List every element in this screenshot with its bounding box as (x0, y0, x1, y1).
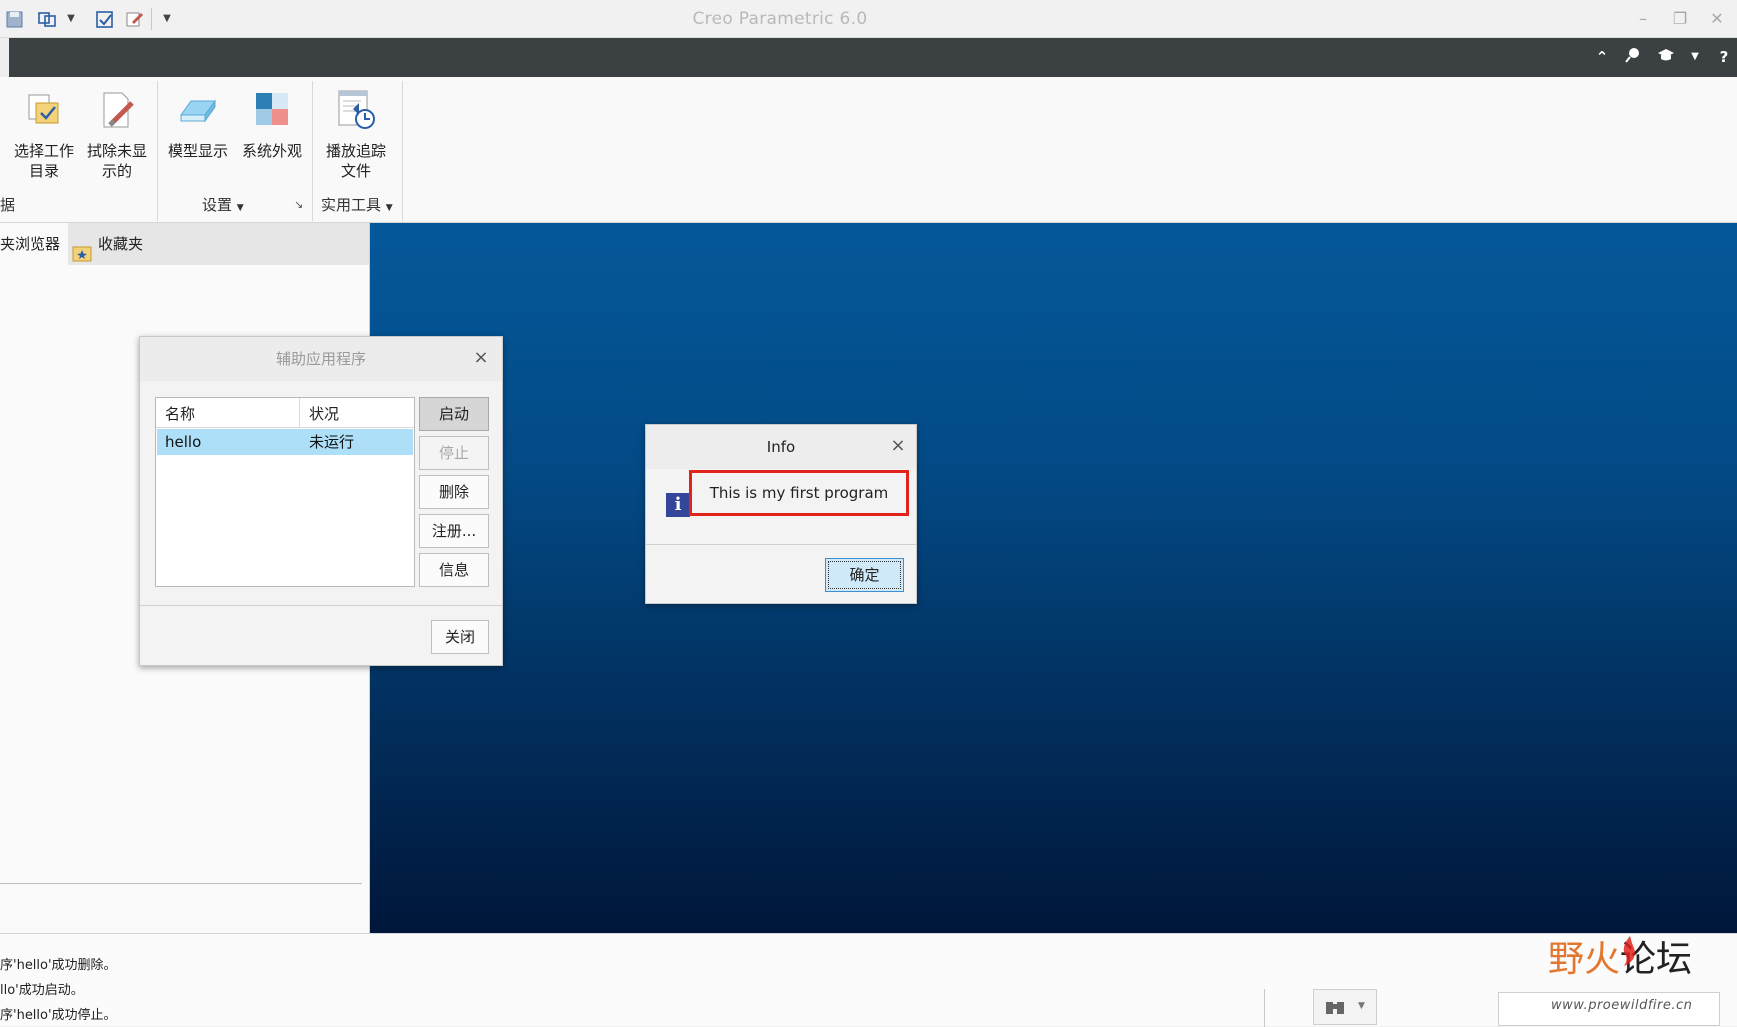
ribbon-separator (312, 81, 313, 221)
minimize-icon[interactable]: – (1628, 8, 1658, 30)
group-label-data: 据 (0, 196, 16, 214)
utilities-label: 实用工具 (321, 196, 382, 214)
erase-not-displayed-label: 拭除未显 示的 (86, 142, 147, 180)
tab-favorites-label: 收藏夹 (98, 235, 144, 253)
play-trail-file-button[interactable]: 播放追踪 文件 (320, 85, 392, 195)
ribbon: 选择工作 目录 拭除未显 示的 模型显示 系统外观 播放追踪 文件 据 设置 ▼… (0, 77, 1737, 223)
message-highlight-box: This is my first program (689, 470, 909, 516)
settings-group-label[interactable]: 设置 ▼ (202, 194, 244, 215)
watermark-logo: 野火论坛 www.proewildfire.cn (1548, 936, 1736, 1026)
list-item[interactable]: hello 未运行 (157, 429, 413, 455)
app-name: hello (165, 433, 202, 451)
column-divider[interactable] (299, 398, 300, 428)
select-working-directory-button[interactable]: 选择工作 目录 (8, 85, 80, 195)
column-header-name[interactable]: 名称 (165, 398, 195, 428)
delete-button[interactable]: 删除 (419, 475, 489, 509)
play-trail-file-label: 播放追踪 文件 (325, 142, 386, 180)
select-working-directory-label: 选择工作 目录 (13, 142, 74, 180)
message-area: 序'hello'成功删除。 llo'成功启动。 序'hello'成功停止。 ▼ (0, 933, 1737, 1027)
model-display-icon (177, 89, 219, 131)
erase-not-displayed-button[interactable]: 拭除未显 示的 (81, 85, 153, 195)
restore-icon[interactable]: ❐ (1665, 8, 1695, 30)
info-dialog: Info × i This is my first program 确定 (645, 424, 917, 604)
dialog-launcher-icon[interactable]: ↘ (294, 198, 303, 211)
favorites-icon (72, 236, 92, 261)
dialog-title: Info (646, 425, 916, 469)
utilities-group-label[interactable]: 实用工具 ▼ (321, 194, 393, 215)
chevron-down-icon: ▼ (1358, 1001, 1365, 1011)
model-display-label: 模型显示 (167, 142, 228, 160)
window-title: Creo Parametric 6.0 (692, 9, 868, 29)
chevron-down-icon: ▼ (385, 203, 393, 213)
tab-favorites[interactable]: 收藏夹 (64, 223, 151, 265)
close-icon[interactable]: × (470, 347, 492, 369)
collapse-ribbon-icon[interactable]: ⌃ (1591, 46, 1613, 68)
ribbon-tab-bar: ⌃ ▼ ? (0, 38, 1737, 77)
close-window-icon[interactable]: ✕ (1702, 8, 1732, 30)
info-icon: i (666, 493, 690, 517)
binoculars-icon (1324, 996, 1346, 1022)
chevron-down-icon: ▼ (236, 203, 244, 213)
erase-not-displayed-icon (96, 89, 138, 131)
dialog-divider (646, 544, 916, 545)
model-display-button[interactable]: 模型显示 (162, 85, 234, 195)
panel-divider (0, 883, 362, 884)
graphics-window[interactable] (370, 223, 1737, 933)
active-tab-edge[interactable] (0, 38, 9, 77)
info-message: This is my first program (709, 484, 889, 502)
ribbon-separator (402, 81, 403, 221)
auxiliary-applications-dialog: 辅助应用程序 × 名称 状况 hello 未运行 启动 停止 删除 注册... … (139, 336, 503, 666)
learning-connector-icon[interactable] (1655, 46, 1677, 68)
message-line: 序'hello'成功删除。 (0, 958, 117, 973)
ok-button[interactable]: 确定 (825, 558, 904, 592)
status-separator (1264, 989, 1265, 1027)
system-appearance-button[interactable]: 系统外观 (236, 85, 308, 195)
stop-button[interactable]: 停止 (419, 436, 489, 470)
help-icon[interactable]: ? (1713, 46, 1735, 68)
help-dropdown-icon[interactable]: ▼ (1684, 46, 1706, 68)
close-icon[interactable]: × (887, 435, 909, 457)
ribbon-separator (157, 81, 158, 221)
message-line: llo'成功启动。 (0, 983, 84, 998)
start-button[interactable]: 启动 (419, 397, 489, 431)
search-icon[interactable] (1622, 46, 1644, 68)
app-status: 未运行 (309, 433, 355, 451)
system-appearance-icon (251, 89, 293, 131)
flame-icon (1616, 934, 1642, 972)
dialog-title: 辅助应用程序 (140, 337, 502, 381)
settings-label: 设置 (202, 196, 233, 214)
dialog-divider (140, 605, 502, 606)
close-button[interactable]: 关闭 (431, 620, 489, 654)
tab-folder-browser-label: 夹浏览器 (0, 235, 61, 253)
find-button[interactable]: ▼ (1313, 989, 1377, 1025)
system-appearance-label: 系统外观 (241, 142, 302, 160)
watermark-url: www.proewildfire.cn (1551, 998, 1693, 1013)
info-button[interactable]: 信息 (419, 553, 489, 587)
list-header: 名称 状况 (156, 398, 414, 428)
navigator-tabs: 夹浏览器 收藏夹 (0, 223, 369, 265)
message-line: 序'hello'成功停止。 (0, 1008, 117, 1023)
title-bar: ▼ ▼ Creo Parametric 6.0 – ❐ ✕ (0, 0, 1737, 38)
play-trail-file-icon (335, 89, 377, 131)
column-header-status[interactable]: 状况 (309, 398, 339, 428)
select-working-directory-icon (23, 89, 65, 131)
register-button[interactable]: 注册... (419, 514, 489, 548)
application-list[interactable]: 名称 状况 hello 未运行 (155, 397, 415, 587)
tab-folder-browser[interactable]: 夹浏览器 (0, 223, 69, 265)
